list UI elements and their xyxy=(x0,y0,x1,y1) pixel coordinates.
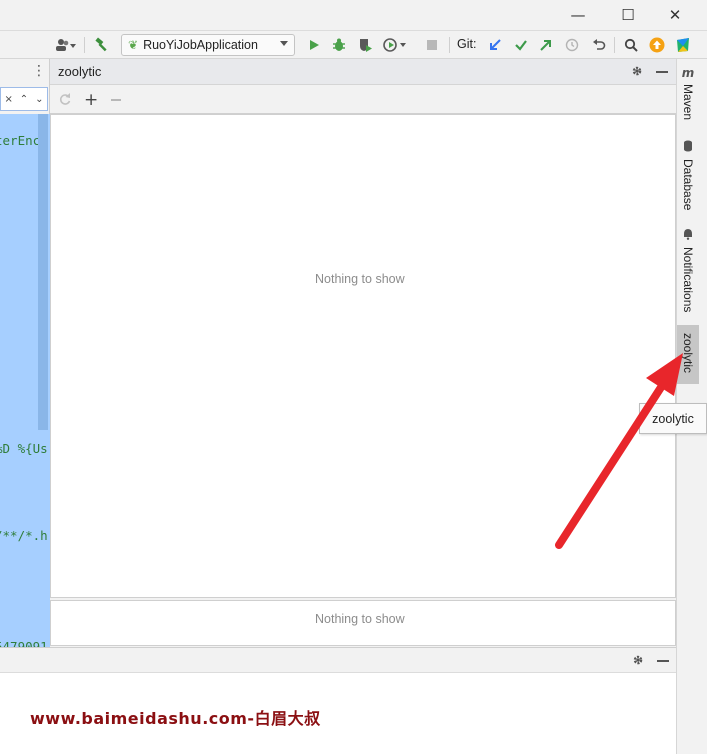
stop-icon[interactable] xyxy=(421,35,443,55)
add-icon[interactable]: + xyxy=(84,90,98,110)
git-push-icon[interactable] xyxy=(535,35,557,55)
tab-label: Database xyxy=(681,159,695,211)
gear-icon[interactable] xyxy=(630,64,644,82)
git-label: Git: xyxy=(457,37,477,51)
user-icon[interactable] xyxy=(53,35,79,55)
empty-state-text: Nothing to show xyxy=(315,272,405,286)
tool-window-header: zoolytic xyxy=(50,59,676,85)
refresh-icon[interactable] xyxy=(58,92,72,110)
database-icon xyxy=(683,140,693,155)
run-with-coverage-icon[interactable] xyxy=(354,35,376,55)
chevron-down-icon xyxy=(280,41,288,46)
toolbar-separator xyxy=(614,37,615,53)
tab-maven[interactable]: m Maven xyxy=(677,66,699,126)
tab-database[interactable]: Database xyxy=(677,140,699,210)
tooltip-text: zoolytic xyxy=(652,411,694,426)
title-bar: — ☐ ✕ xyxy=(0,0,707,31)
search-navigation-box[interactable]: × ⌃ ⌄ xyxy=(0,87,48,111)
editor-scroll-gutter xyxy=(38,114,48,430)
chevron-up-icon[interactable]: ⌃ xyxy=(20,94,28,105)
ide-logo-icon[interactable] xyxy=(672,35,694,55)
bell-icon xyxy=(683,228,693,243)
minimize-button[interactable]: — xyxy=(555,0,601,30)
gear-icon[interactable] xyxy=(631,653,645,671)
tab-notifications[interactable]: Notifications xyxy=(677,228,699,318)
rollback-icon[interactable] xyxy=(588,35,610,55)
tooltip: zoolytic xyxy=(639,403,707,434)
empty-state-text: Nothing to show xyxy=(315,612,405,626)
hide-minus-icon[interactable] xyxy=(657,660,669,662)
code-line: %D %{Us xyxy=(0,441,48,456)
tool-window-actions: + xyxy=(50,86,676,114)
watermark-text: www.baimeidashu.com-白眉大叔 xyxy=(30,709,321,728)
tool-window-title: zoolytic xyxy=(58,64,102,79)
spring-boot-icon: ❦ xyxy=(128,38,139,52)
remove-minus-icon[interactable] xyxy=(111,99,121,101)
more-options-icon[interactable]: ⋮ xyxy=(32,63,46,79)
tab-label: Notifications xyxy=(681,247,695,313)
main-toolbar: ❦ RuoYiJobApplication Git: xyxy=(0,31,707,59)
close-button[interactable]: ✕ xyxy=(652,0,698,30)
debug-bug-icon[interactable] xyxy=(328,35,350,55)
tab-label: zoolytic xyxy=(681,333,695,374)
close-icon[interactable]: × xyxy=(4,94,12,105)
run-icon[interactable] xyxy=(303,35,325,55)
git-update-icon[interactable] xyxy=(484,35,506,55)
code-line: 5479091 xyxy=(0,639,48,647)
bottom-panel-header xyxy=(0,647,676,673)
run-configuration-dropdown[interactable]: ❦ RuoYiJobApplication xyxy=(121,34,295,56)
profiler-icon[interactable] xyxy=(380,35,410,55)
tool-window-details-panel: Nothing to show xyxy=(50,600,676,646)
maximize-button[interactable]: ☐ xyxy=(605,0,651,30)
search-icon[interactable] xyxy=(620,35,642,55)
toolbar-separator xyxy=(84,37,85,53)
tab-zoolytic[interactable]: zoolytic xyxy=(677,325,699,384)
git-commit-icon[interactable] xyxy=(510,35,532,55)
tab-label: Maven xyxy=(681,84,695,121)
run-configuration-label: RuoYiJobApplication xyxy=(143,38,258,52)
history-clock-icon[interactable] xyxy=(561,35,583,55)
tool-window-content: Nothing to show xyxy=(50,114,676,598)
chevron-down-icon[interactable]: ⌄ xyxy=(35,94,43,105)
toolbar-separator xyxy=(449,37,450,53)
code-line: /**/*.h xyxy=(0,528,48,543)
hide-minus-icon[interactable] xyxy=(656,71,668,73)
update-available-icon[interactable] xyxy=(646,35,668,55)
maven-icon: m xyxy=(681,66,695,80)
build-hammer-icon[interactable] xyxy=(91,35,113,55)
